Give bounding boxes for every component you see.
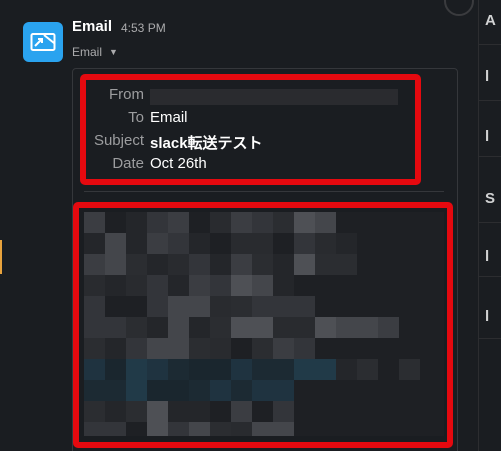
cut-off-glyph: l xyxy=(485,308,490,325)
divider xyxy=(479,44,501,45)
cut-off-glyph: A xyxy=(485,12,496,29)
divider xyxy=(479,156,501,157)
divider xyxy=(479,276,501,277)
divider xyxy=(479,338,501,339)
adjacent-pane[interactable]: A l l S l l xyxy=(478,0,501,451)
highlight-box-headers xyxy=(80,74,421,185)
cut-off-glyph: S xyxy=(485,190,496,207)
cut-off-glyph: l xyxy=(485,68,490,85)
app-avatar[interactable] xyxy=(23,22,63,62)
message-timestamp[interactable]: 4:53 PM xyxy=(121,21,166,35)
envelope-share-icon xyxy=(30,33,56,51)
unread-marker xyxy=(0,240,2,274)
slack-message-pane: A l l S l l Email 4:53 PM Email ▼ From T… xyxy=(0,0,501,451)
divider xyxy=(479,100,501,101)
divider xyxy=(479,222,501,223)
attachment-toggle[interactable]: Email ▼ xyxy=(72,45,118,59)
caret-down-icon: ▼ xyxy=(109,47,118,57)
attachment-label: Email xyxy=(72,45,103,59)
cut-off-glyph: l xyxy=(485,128,490,145)
highlight-box-body xyxy=(73,202,453,448)
header-divider xyxy=(84,191,444,192)
scroll-indicator xyxy=(444,0,474,16)
cut-off-glyph: l xyxy=(485,248,490,265)
sender-name[interactable]: Email xyxy=(72,18,112,35)
